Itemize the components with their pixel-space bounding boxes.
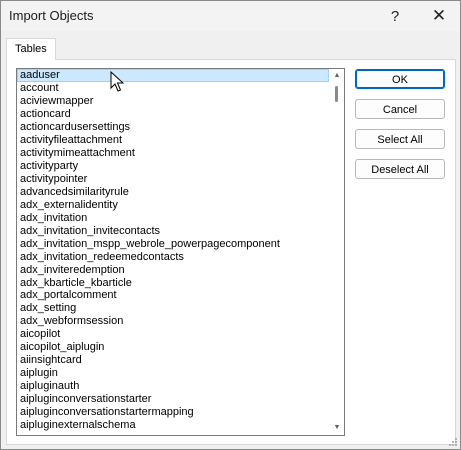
list-item[interactable]: aipluginexternalschema bbox=[17, 419, 329, 432]
list-item[interactable]: adx_invitation_mspp_webrole_powerpagecom… bbox=[17, 238, 329, 251]
list-item[interactable]: activitymimeattachment bbox=[17, 147, 329, 160]
close-icon: ✕ bbox=[431, 6, 447, 25]
list-item[interactable]: adx_inviteredemption bbox=[17, 264, 329, 277]
list-item[interactable]: adx_invitation_invitecontacts bbox=[17, 225, 329, 238]
list-item[interactable]: aicopilot_aiplugin bbox=[17, 341, 329, 354]
cancel-button[interactable]: Cancel bbox=[355, 99, 445, 119]
close-button[interactable]: ✕ bbox=[417, 1, 461, 31]
list-item[interactable]: actioncard bbox=[17, 108, 329, 121]
list-item[interactable]: aipluginauth bbox=[17, 380, 329, 393]
list-item[interactable]: aipluginconversationstarter bbox=[17, 393, 329, 406]
help-icon: ? bbox=[390, 7, 400, 25]
scroll-up-icon[interactable]: ▲ bbox=[332, 72, 342, 80]
list-item[interactable]: aicopilot bbox=[17, 328, 329, 341]
list-item[interactable]: advancedsimilarityrule bbox=[17, 186, 329, 199]
list-item[interactable]: adx_setting bbox=[17, 302, 329, 315]
list-item[interactable]: aiplugin bbox=[17, 367, 329, 380]
tab-tables[interactable]: Tables bbox=[6, 38, 56, 60]
list-item[interactable]: activitypointer bbox=[17, 173, 329, 186]
list-item[interactable]: adx_invitation bbox=[17, 212, 329, 225]
deselect-all-button[interactable]: Deselect All bbox=[355, 159, 445, 179]
list-item[interactable]: adx_externalidentity bbox=[17, 199, 329, 212]
import-objects-dialog: Import Objects ? ✕ Tables aaduser account… bbox=[0, 0, 461, 450]
resize-grip-icon[interactable] bbox=[448, 437, 458, 447]
list-item[interactable]: adx_portalcomment bbox=[17, 289, 329, 302]
window-title: Import Objects bbox=[9, 8, 94, 23]
list-item[interactable]: adx_kbarticle_kbarticle bbox=[17, 277, 329, 290]
help-button[interactable]: ? bbox=[373, 1, 417, 31]
select-all-button[interactable]: Select All bbox=[355, 129, 445, 149]
scroll-down-icon[interactable]: ▼ bbox=[332, 424, 342, 432]
tables-listbox[interactable]: aaduser account aciviewmapper actioncard act… bbox=[16, 68, 345, 436]
list-item[interactable]: activityfileattachment bbox=[17, 134, 329, 147]
list-item[interactable]: aciviewmapper bbox=[17, 95, 329, 108]
title-bar[interactable]: Import Objects ? ✕ bbox=[1, 1, 460, 31]
scroll-thumb[interactable] bbox=[335, 86, 338, 102]
list-item[interactable]: adx_invitation_redeemedcontacts bbox=[17, 251, 329, 264]
ok-button[interactable]: OK bbox=[355, 69, 445, 89]
list-item[interactable]: aipluginconversationstartermapping bbox=[17, 406, 329, 419]
list-item[interactable]: adx_webformsession bbox=[17, 315, 329, 328]
list-item[interactable]: activityparty bbox=[17, 160, 329, 173]
list-item[interactable]: aaduser bbox=[17, 69, 329, 82]
vertical-scrollbar[interactable]: ▲ ▼ bbox=[330, 69, 344, 435]
list-item[interactable]: actioncardusersettings bbox=[17, 121, 329, 134]
list-item[interactable]: aiinsightcard bbox=[17, 354, 329, 367]
list-item[interactable]: account bbox=[17, 82, 329, 95]
mouse-pointer-icon bbox=[110, 71, 125, 92]
list-items: aaduser account aciviewmapper actioncard act… bbox=[17, 69, 329, 432]
